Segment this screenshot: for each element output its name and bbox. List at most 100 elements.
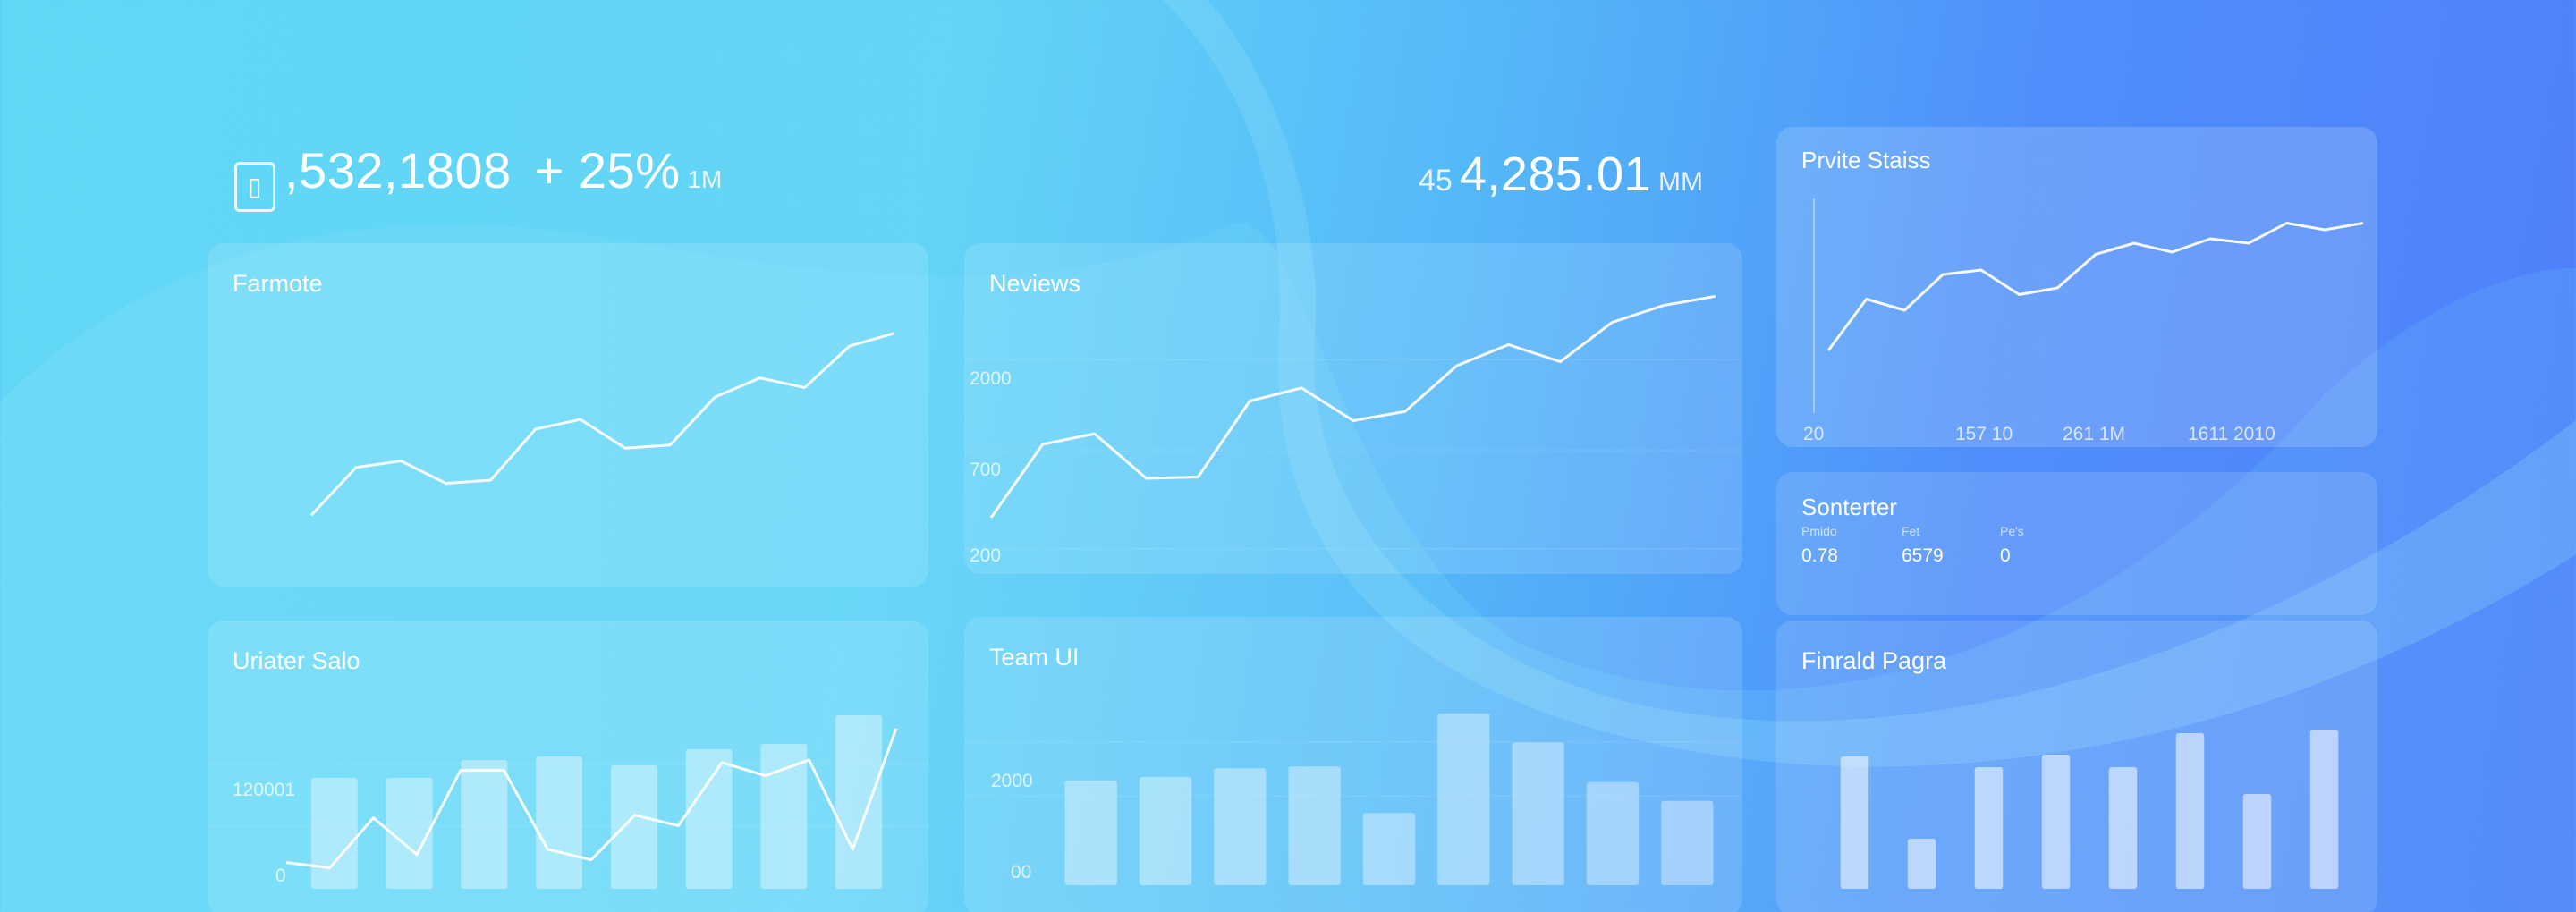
data-point (1197, 476, 1199, 478)
series-line (989, 294, 1716, 519)
bar (2041, 755, 2071, 889)
data-point (1403, 410, 1406, 413)
data-point (1145, 477, 1148, 479)
uriater-panel[interactable]: Uriater Salo 120001 0 (208, 621, 928, 912)
bar (1288, 766, 1341, 885)
data-point (2095, 253, 2097, 256)
bar (1362, 813, 1416, 885)
team-panel[interactable]: Team UI 2000 00 (964, 617, 1742, 912)
stat-label: Fet (1902, 524, 1920, 538)
axis-tick-label: 700 (970, 460, 1001, 480)
bar (461, 760, 508, 889)
data-point (2056, 287, 2059, 290)
data-point (310, 514, 313, 517)
data-point (1455, 364, 1458, 367)
private-stats-line-chart: 20 157 10 261 1M 1611 2010 (1803, 198, 2365, 444)
reviews-panel[interactable]: Neviews 2000 700 200 (964, 243, 1742, 574)
data-point (355, 466, 358, 469)
stat-3: Pe's 0 (2000, 524, 2024, 567)
stat-1: Pmido 0.78 (1801, 524, 1838, 567)
data-point (372, 816, 375, 819)
data-point (1942, 274, 1945, 276)
stat-label: Pe's (2000, 524, 2024, 538)
data-point (764, 774, 767, 777)
data-point (590, 858, 593, 861)
farmote-panel[interactable]: Farmote (208, 243, 928, 587)
data-point (2018, 293, 2021, 296)
data-point (1903, 309, 1906, 312)
data-point (894, 332, 896, 334)
data-point (1663, 304, 1665, 307)
finrald-bar-chart (1840, 730, 2339, 889)
stat-2: Fet 6579 (1902, 524, 1944, 567)
bar (2175, 733, 2205, 889)
data-point (1559, 360, 1562, 363)
data-point (1093, 433, 1096, 435)
axis-tick-label: 1611 2010 (2188, 424, 2275, 444)
bar (2242, 794, 2272, 889)
data-point (852, 848, 854, 850)
data-point (2209, 238, 2212, 241)
team-bar-chart: 2000 00 (964, 713, 1742, 885)
data-point (489, 479, 492, 482)
data-point (990, 516, 993, 519)
bar (1586, 781, 1640, 885)
data-point (895, 727, 898, 730)
bar (536, 756, 583, 889)
kpi-left: ▯ ,532,1808 + 25% 1M (234, 141, 729, 212)
axis-tick-label: 0 (275, 866, 286, 886)
series-line (1826, 222, 2364, 351)
bar (1214, 768, 1267, 885)
data-point (1979, 269, 1982, 272)
data-point (2362, 222, 2365, 224)
kpi-left-delta: + 25% (534, 142, 681, 198)
axis-tick-label: 00 (1011, 862, 1031, 882)
kpi-left-unit: 1M (687, 165, 723, 193)
uriater-bar-chart: 120001 0 (208, 715, 928, 889)
data-point (2132, 242, 2135, 245)
stat-label: Pmido (1801, 524, 1837, 538)
axis-tick-label: 261 1M (2063, 424, 2125, 444)
bar (1840, 756, 1869, 889)
data-point (669, 443, 672, 446)
bar (2108, 767, 2138, 889)
data-point (633, 814, 636, 816)
axis-tick-label: 2000 (970, 368, 1012, 389)
data-point (547, 848, 549, 850)
data-point (1352, 419, 1355, 422)
bar (1907, 839, 1936, 889)
bar (310, 778, 358, 889)
bar (835, 715, 883, 889)
bar (1661, 800, 1714, 885)
series-line (309, 332, 895, 517)
document-icon: ▯ (234, 161, 275, 212)
data-point (758, 376, 761, 379)
data-point (579, 418, 581, 421)
data-point (503, 769, 505, 772)
data-point (1041, 443, 1044, 445)
finrald-panel[interactable]: Finrald Pagra (1776, 621, 2377, 912)
data-point (459, 769, 462, 772)
kpi-right-value: 4,285.01 (1459, 148, 1652, 201)
data-point (328, 866, 331, 869)
bar (1512, 742, 1564, 885)
data-point (445, 482, 447, 485)
kpi-right-prefix: 45 (1419, 164, 1453, 198)
data-point (1249, 400, 1251, 402)
private-stats-panel[interactable]: Prvite Staiss 20 157 10 261 1M 1611 2010 (1776, 127, 2377, 447)
kpi-left-value: ,532,1808 (284, 142, 512, 198)
sonterter-panel[interactable]: Sonterter Pmido 0.78 Fet 6579 Pe's 0 (1776, 472, 2377, 615)
stat-value: 0 (2000, 545, 2011, 566)
data-point (1827, 350, 1830, 352)
data-point (2324, 229, 2326, 232)
data-point (400, 460, 402, 462)
bar (1974, 767, 2004, 889)
data-point (1715, 295, 1717, 298)
axis-tick-label: 200 (970, 545, 1001, 566)
axis-tick-label: 157 10 (1955, 424, 2012, 444)
data-point (714, 396, 716, 399)
reviews-line-chart: 2000 700 200 (964, 294, 1742, 566)
data-point (1865, 298, 1868, 300)
bar (2309, 730, 2339, 889)
bar (760, 744, 808, 889)
